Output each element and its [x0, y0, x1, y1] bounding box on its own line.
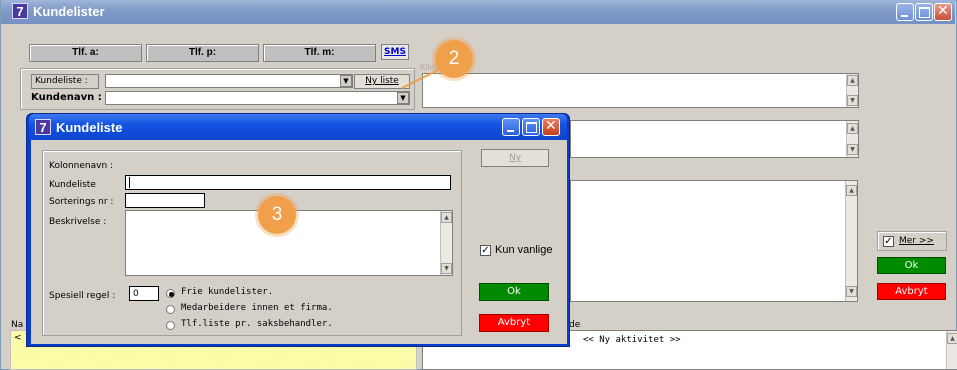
scrollbar[interactable]: ▲ [946, 331, 957, 369]
radio-frie-label[interactable]: Frie kundelister. [181, 287, 273, 297]
kun-vanlige-label[interactable]: Kun vanlige [495, 244, 567, 256]
radio-medarbeidere-label[interactable]: Medarbeidere innen et firma. [181, 303, 333, 313]
scroll-down-icon[interactable]: ▼ [846, 286, 857, 297]
scroll-up-icon[interactable]: ▲ [947, 333, 957, 344]
tlf-m-label: Tlf. m: [263, 44, 376, 62]
scroll-up-icon[interactable]: ▲ [846, 185, 857, 196]
radio-tlf-liste[interactable] [166, 321, 175, 330]
kun-vanlige-checkbox[interactable]: ✓ [480, 245, 491, 256]
dialog-body: Kolonnenavn : Kundeliste Sorterings nr :… [31, 140, 567, 344]
maximize-icon [526, 122, 537, 133]
kundeliste-input[interactable] [125, 175, 451, 190]
chevron-down-icon[interactable]: ▼ [397, 92, 409, 104]
scroll-up-icon[interactable]: ▲ [441, 212, 452, 223]
sms-button[interactable]: SMS [381, 44, 409, 60]
left-arrow-icon[interactable]: < [14, 333, 22, 343]
kundeliste-dialog: 7 Kundeliste ✕ Kolonnenavn : Kundeliste … [26, 113, 570, 347]
close-button[interactable]: ✕ [934, 3, 952, 21]
kundenavn-combo[interactable]: ▼ [105, 91, 410, 105]
scrollbar[interactable]: ▲ ▼ [846, 74, 858, 107]
minimize-button[interactable] [896, 3, 914, 21]
sortering-label: Sorterings nr : [49, 197, 114, 207]
bottom-left-label: Na [11, 320, 24, 330]
dialog-maximize-button[interactable] [522, 118, 540, 136]
app-icon: 7 [12, 3, 28, 19]
top-right-textarea[interactable]: ▲ ▼ [422, 73, 859, 108]
kundenavn-label: Kundenavn : [31, 92, 102, 103]
radio-frie-kundelister[interactable] [166, 289, 175, 298]
mer-checkbox[interactable]: ✓ [883, 236, 894, 247]
beskrivelse-label: Beskrivelse : [49, 217, 107, 227]
maximize-icon [919, 7, 930, 18]
dialog-titlebar: 7 Kundeliste ✕ [29, 114, 567, 140]
scroll-down-icon[interactable]: ▼ [847, 95, 858, 106]
dialog-ok-button[interactable]: Ok [479, 283, 549, 301]
scrollbar[interactable]: ▲ ▼ [845, 181, 857, 301]
kundeliste-combo[interactable]: ▼ [105, 74, 353, 88]
maximize-button[interactable] [915, 3, 933, 21]
mer-label[interactable]: Mer >> [899, 236, 934, 246]
bottom-mid-label: de [569, 320, 581, 330]
ny-aktivitet-item[interactable]: << Ny aktivitet >> [583, 335, 681, 345]
tlf-p-label: Tlf. p: [146, 44, 259, 62]
kundeliste-field-label: Kundeliste [49, 180, 96, 190]
scrollbar[interactable]: ▲ ▼ [846, 121, 858, 157]
dialog-close-button[interactable]: ✕ [542, 118, 560, 136]
mid-right-textarea[interactable]: ▲ ▼ [570, 120, 859, 158]
spesiell-regel-input[interactable]: 0 [129, 286, 159, 301]
chevron-down-icon[interactable]: ▼ [340, 75, 352, 87]
radio-tlf-liste-label[interactable]: Tlf.liste pr. saksbehandler. [181, 319, 333, 329]
scrollbar[interactable]: ▲ ▼ [440, 211, 452, 275]
tlf-a-label: Tlf. a: [29, 44, 142, 62]
callout-2-pointer [401, 69, 439, 89]
spesiell-regel-value: 0 [133, 289, 139, 299]
kolonnenavn-label: Kolonnenavn : [49, 161, 114, 171]
minimize-icon [507, 130, 514, 132]
close-icon: ✕ [545, 118, 557, 134]
kundeliste-label: Kundeliste : [31, 74, 99, 89]
main-titlebar: 7 Kundelister ✕ [1, 0, 955, 24]
text-cursor [129, 177, 130, 188]
spesiell-regel-label: Spesiell regel : [49, 291, 116, 301]
window-title: Kundelister [33, 4, 105, 19]
dialog-title: Kundeliste [56, 120, 123, 135]
mer-panel: ✓ Mer >> [877, 231, 947, 251]
large-right-textarea[interactable]: ▲ ▼ [570, 180, 858, 302]
close-icon: ✕ [937, 3, 949, 19]
dialog-cancel-button[interactable]: Avbryt [479, 314, 549, 332]
radio-medarbeidere[interactable] [166, 305, 175, 314]
callout-3: 3 [258, 196, 296, 234]
main-ok-button[interactable]: Ok [877, 257, 946, 274]
scroll-down-icon[interactable]: ▼ [847, 144, 858, 155]
dialog-app-icon: 7 [35, 119, 51, 135]
main-cancel-button[interactable]: Avbryt [877, 283, 946, 300]
dialog-minimize-button[interactable] [502, 118, 520, 136]
scroll-up-icon[interactable]: ▲ [847, 75, 858, 86]
ny-button[interactable]: Ny [481, 149, 549, 167]
sortering-input[interactable] [125, 193, 205, 208]
minimize-icon [901, 15, 908, 17]
scroll-down-icon[interactable]: ▼ [441, 263, 452, 274]
scroll-up-icon[interactable]: ▲ [847, 123, 858, 134]
